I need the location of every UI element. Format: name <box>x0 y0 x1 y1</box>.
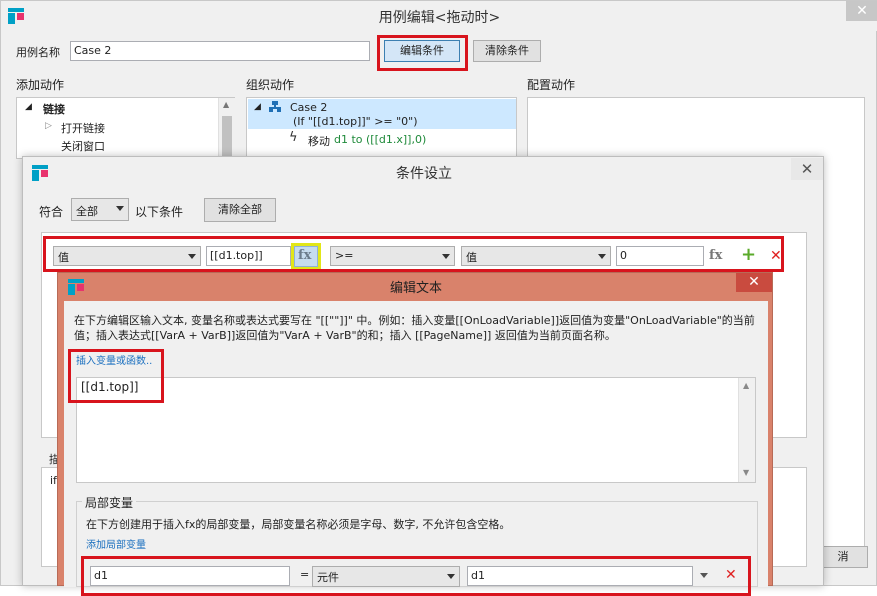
case-condition-text: (If "[[d1.top]]" >= "0") <box>293 115 418 128</box>
action-prefix: 移动 <box>308 135 330 148</box>
text-editor[interactable]: [[d1.top]] ▲ ▼ <box>76 377 756 483</box>
edit-text-dialog-title: 编辑文本 <box>389 281 442 296</box>
close-icon[interactable]: ✕ <box>846 1 877 21</box>
scroll-up-icon[interactable]: ▲ <box>223 100 229 109</box>
vertical-scrollbar[interactable]: ▲ ▼ <box>738 378 755 482</box>
tree-group-links[interactable]: 链接 <box>43 101 65 117</box>
case-name-input[interactable]: Case 2 <box>70 41 370 61</box>
add-actions-heading: 添加动作 <box>16 78 65 92</box>
instructions-text: 在下方编辑区输入文本, 变量名称或表达式要写在 "[[""]]" 中。例如：插入… <box>74 314 755 342</box>
collapse-triangle-icon[interactable]: ◢ <box>25 102 32 112</box>
case-name-label: 用例名称 <box>16 46 60 59</box>
local-var-highlight <box>81 556 751 596</box>
add-local-variable-link[interactable]: 添加局部变量 <box>86 536 146 551</box>
local-vars-heading: 局部变量 <box>82 494 137 511</box>
edit-condition-highlight <box>377 35 468 71</box>
case-editor-titlebar: 用例编辑<拖动时> ✕ <box>1 1 877 31</box>
description-fragment: if <box>50 474 57 487</box>
scroll-up-icon[interactable]: ▲ <box>743 381 749 390</box>
edit-text-dialog: 编辑文本 ✕ 在下方编辑区输入文本, 变量名称或表达式要写在 "[[""]]" … <box>57 272 773 596</box>
clear-condition-button[interactable]: 清除条件 <box>473 40 541 62</box>
match-select-value: 全部 <box>76 205 98 218</box>
edit-text-body: 在下方编辑区输入文本, 变量名称或表达式要写在 "[[""]]" 中。例如：插入… <box>64 301 768 596</box>
chevron-down-icon <box>116 206 124 211</box>
case-editor-title: 用例编辑<拖动时> <box>378 10 501 26</box>
close-icon[interactable]: ✕ <box>736 273 772 292</box>
condition-dialog-title: 条件设立 <box>396 166 452 182</box>
tree-item-close-window[interactable]: 关闭窗口 <box>61 138 105 154</box>
organize-actions-tree[interactable]: ◢ Case 2 (If "[[d1.top]]" >= "0") ϟ 移动 d… <box>246 97 517 159</box>
action-move-text[interactable]: d1 to ([[d1.x]],0) <box>334 133 426 146</box>
close-icon[interactable]: ✕ <box>791 158 823 180</box>
vertical-scrollbar[interactable]: ▲ <box>218 98 235 158</box>
organize-actions-heading: 组织动作 <box>246 78 295 92</box>
case-label[interactable]: Case 2 <box>290 101 327 114</box>
clear-all-button[interactable]: 清除全部 <box>204 198 276 222</box>
editor-highlight <box>68 349 164 403</box>
local-vars-description: 在下方创建用于插入fx的局部变量，局部变量名称必须是字母、数字, 不允许包含空格… <box>86 518 511 531</box>
match-label: 符合 <box>39 205 64 219</box>
scroll-down-icon[interactable]: ▼ <box>743 468 749 477</box>
cancel-button[interactable]: 消 <box>818 546 868 568</box>
lightning-icon: ϟ <box>289 130 298 145</box>
expand-triangle-icon[interactable]: ▷ <box>45 121 52 131</box>
match-select[interactable]: 全部 <box>71 198 129 221</box>
match-suffix: 以下条件 <box>135 205 184 219</box>
add-actions-tree[interactable]: ◢ 链接 ▷ 打开链接 关闭窗口 ▲ <box>16 97 235 159</box>
collapse-triangle-icon[interactable]: ◢ <box>254 102 261 112</box>
tree-item-open-link[interactable]: 打开链接 <box>61 120 105 136</box>
configure-actions-heading: 配置动作 <box>527 78 576 92</box>
condition-row-highlight <box>43 236 784 272</box>
scroll-thumb[interactable] <box>222 116 232 156</box>
case-tree-icon <box>269 101 281 112</box>
